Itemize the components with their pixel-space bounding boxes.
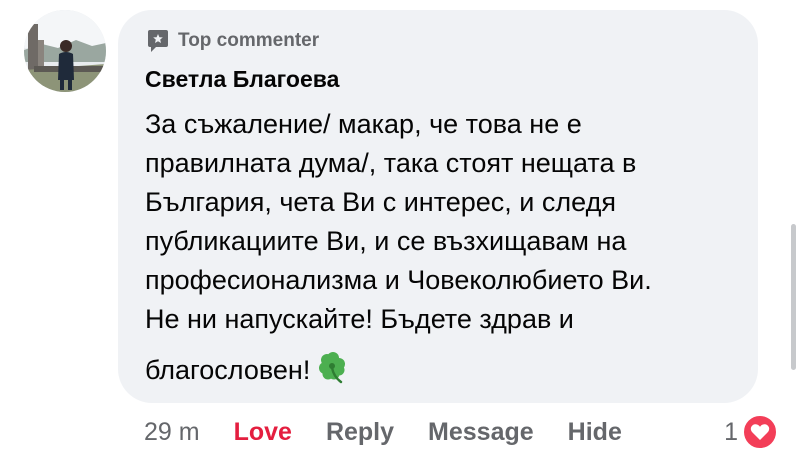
comment-line: България, чета Ви с интерес, и следя [145,187,616,217]
comment-line: благословен! [145,355,311,385]
author-name[interactable]: Светла Благоева [145,65,730,93]
chat-bubble-icon [145,28,171,54]
scrollbar[interactable] [791,224,796,370]
reactions-summary[interactable]: 1 [724,414,778,450]
comment-line: Не ни напускайте! Бъдете здрав и [145,304,574,334]
hide-button[interactable]: Hide [568,418,622,447]
comment-text: За съжаление/ макар, че това не е правил… [145,105,737,396]
reaction-count: 1 [724,417,738,446]
comment-line-last: благословен! [145,349,737,396]
comment-line: За съжаление/ макар, че това не е [145,109,582,139]
avatar[interactable] [24,10,106,92]
reply-button[interactable]: Reply [326,418,394,447]
love-button[interactable]: Love [234,418,292,447]
comment-line: професионализма и Човеколюбието Ви. [145,265,652,295]
comment-line: правилната дума/, така стоят нещата в [145,148,637,178]
timestamp[interactable]: 29 m [144,418,200,447]
message-button[interactable]: Message [428,418,534,447]
top-commenter-badge: Top commenter [145,28,730,54]
heart-icon [742,414,778,450]
comment-actions: 29 m Love Reply Message Hide [144,414,656,450]
comment-screen: Top commenter Светла Благоева За съжален… [0,0,800,451]
clover-icon [314,349,350,396]
comment-bubble: Top commenter Светла Благоева За съжален… [118,10,758,403]
avatar-photo [24,10,106,92]
comment-line: публикациите Ви, и се възхищавам на [145,226,627,256]
badge-label: Top commenter [178,30,320,51]
